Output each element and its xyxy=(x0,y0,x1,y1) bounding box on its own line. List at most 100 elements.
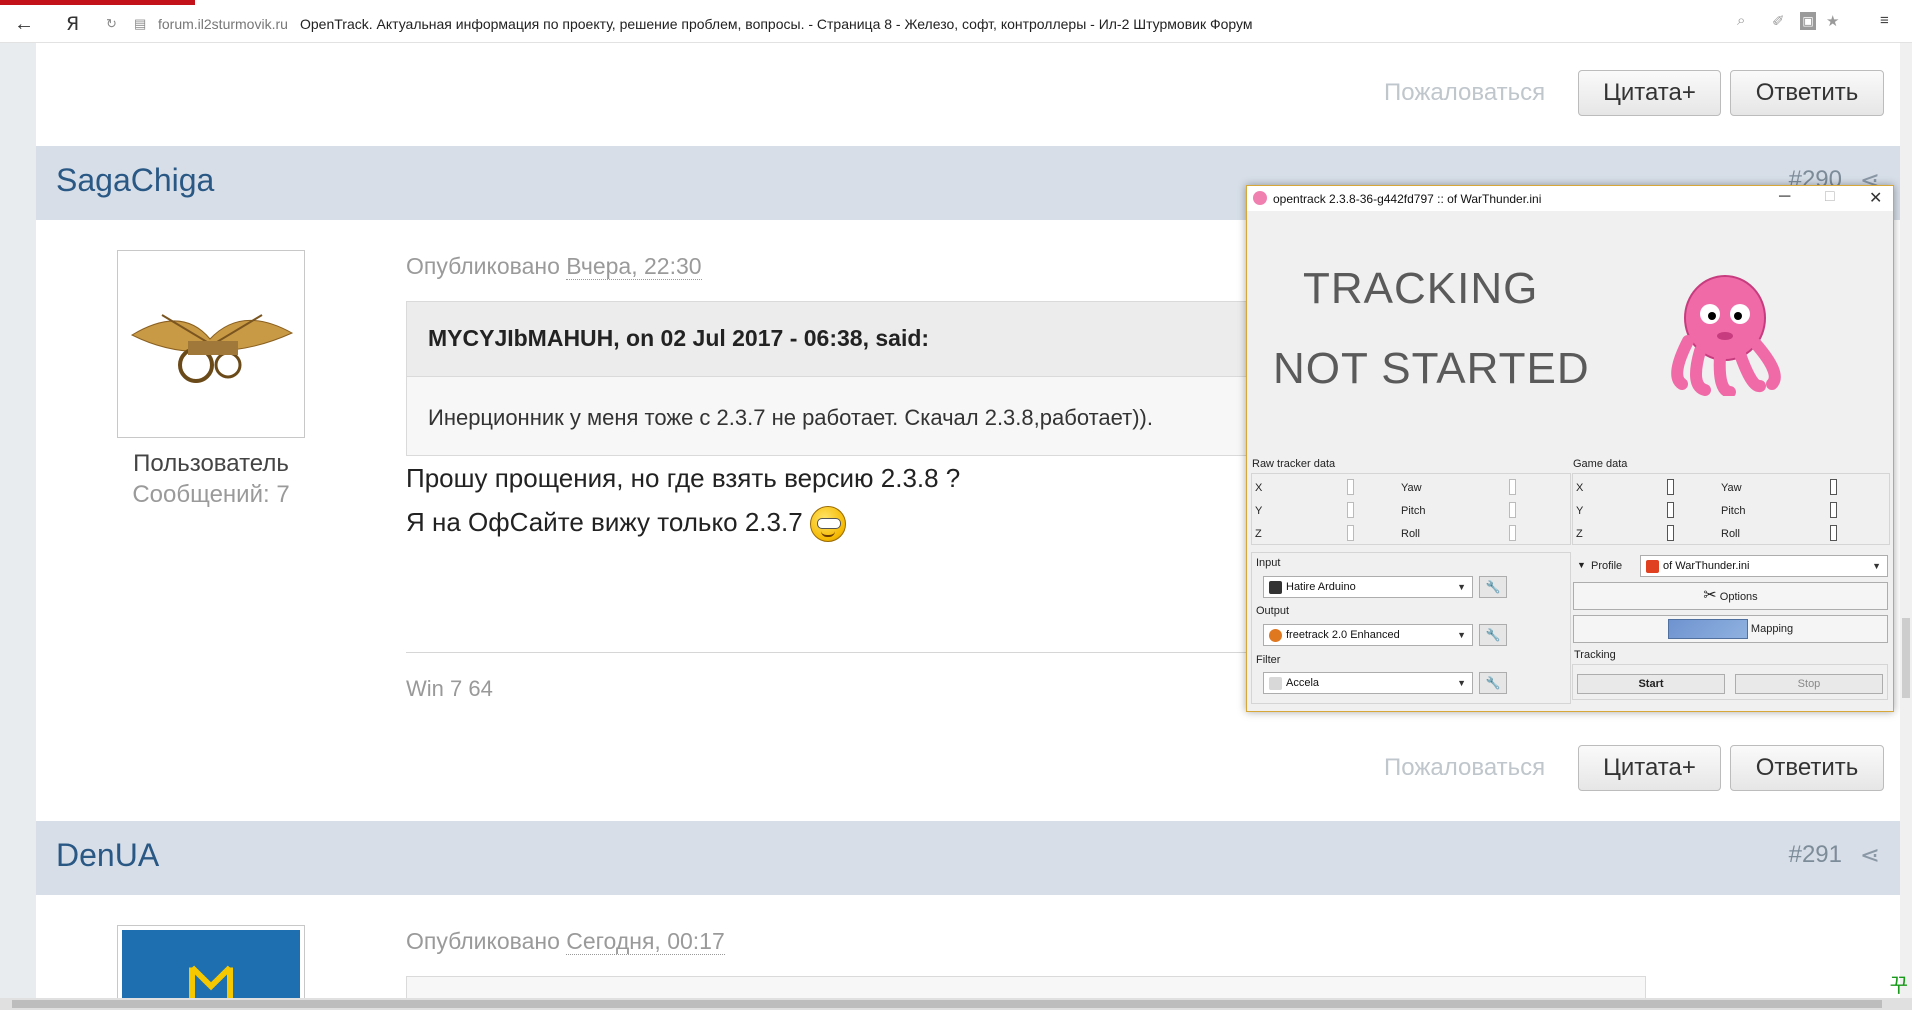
output-value: freetrack 2.0 Enhanced xyxy=(1286,629,1400,641)
share-icon[interactable]: ⋖ xyxy=(1860,841,1880,870)
game-z-meter xyxy=(1667,525,1674,541)
post-author[interactable]: SagaChiga xyxy=(56,162,214,199)
profile-collapse-icon[interactable]: ▼ xyxy=(1577,560,1586,570)
reload-icon[interactable]: ↻ xyxy=(106,16,117,32)
wrench-icon: 🔧 xyxy=(1485,580,1501,594)
opentrack-title: opentrack 2.3.8-36-g442fd797 :: of WarTh… xyxy=(1273,192,1542,206)
lock-icon[interactable]: ▣ xyxy=(1800,12,1816,30)
raw-roll-label: Roll xyxy=(1401,528,1420,540)
tab-indicator xyxy=(0,0,195,5)
avatar[interactable] xyxy=(117,250,305,438)
vertical-scrollbar[interactable] xyxy=(1900,43,1912,998)
stop-button[interactable]: Stop xyxy=(1735,674,1883,694)
opentrack-titlebar[interactable]: opentrack 2.3.8-36-g442fd797 :: of WarTh… xyxy=(1247,186,1893,211)
quote-plus-button[interactable]: Цитата+ xyxy=(1578,70,1721,116)
raw-tracker-label: Raw tracker data xyxy=(1252,458,1336,470)
zoom-icon[interactable]: ⌕ xyxy=(1737,12,1745,29)
profile-label[interactable]: Profile xyxy=(1591,560,1622,572)
browser-toolbar: ← Я ↻ ▤ forum.il2sturmovik.ru OpenTrack.… xyxy=(0,0,1912,43)
minimize-icon[interactable]: ─ xyxy=(1779,188,1790,206)
profile-select[interactable]: of WarThunder.ini ▼ xyxy=(1640,555,1888,577)
start-button[interactable]: Start xyxy=(1577,674,1725,694)
input-settings-button[interactable]: 🔧 xyxy=(1479,576,1507,598)
published-date: Опубликовано Вчера, 22:30 xyxy=(406,253,702,280)
keyboard-layout-icon[interactable]: 꾸 xyxy=(1890,969,1908,998)
published-time[interactable]: Сегодня, 00:17 xyxy=(566,928,725,955)
quote-text: Инерционник у меня тоже с 2.3.7 не работ… xyxy=(428,405,1153,430)
raw-x-meter xyxy=(1347,479,1354,495)
input-value: Hatire Arduino xyxy=(1286,581,1356,593)
signature: Win 7 64 xyxy=(406,676,493,701)
raw-pitch-meter xyxy=(1509,502,1516,518)
game-yaw-label: Yaw xyxy=(1721,482,1742,494)
scroll-thumb[interactable] xyxy=(1902,618,1910,698)
raw-z-label: Z xyxy=(1255,528,1262,540)
ukraine-flag-avatar-image xyxy=(122,930,300,1005)
wrench-icon: 🔧 xyxy=(1485,628,1501,642)
filter-select[interactable]: Accela ▼ xyxy=(1263,672,1473,694)
input-label: Input xyxy=(1256,557,1281,569)
report-link[interactable]: Пожаловаться xyxy=(1384,754,1545,782)
game-y-label: Y xyxy=(1576,505,1584,517)
published-date: Опубликовано Сегодня, 00:17 xyxy=(406,928,725,955)
collapse-icon[interactable]: ≡ xyxy=(1880,12,1889,29)
raw-pitch-label: Pitch xyxy=(1401,505,1426,517)
post-author[interactable]: DenUA xyxy=(56,837,159,874)
post-number[interactable]: #291 xyxy=(1789,841,1842,869)
mapping-curve-icon xyxy=(1667,619,1748,640)
horizontal-scrollbar[interactable] xyxy=(0,998,1912,1010)
output-settings-button[interactable]: 🔧 xyxy=(1479,624,1507,646)
output-label: Output xyxy=(1256,605,1290,617)
reply-button[interactable]: Ответить xyxy=(1730,745,1884,791)
chevron-down-icon: ▼ xyxy=(1457,630,1466,640)
bookmark-star-icon[interactable]: ★ xyxy=(1826,12,1839,30)
octopus-logo-icon xyxy=(1671,275,1781,396)
game-y-meter xyxy=(1667,502,1674,518)
game-z-label: Z xyxy=(1576,528,1583,540)
post-header: DenUA #291 ⋖ xyxy=(36,821,1900,895)
freetrack-icon xyxy=(1269,629,1282,642)
status-line-2: NOT STARTED xyxy=(1273,344,1590,393)
user-role: Пользователь xyxy=(133,450,289,477)
chevron-down-icon: ▼ xyxy=(1457,582,1466,592)
yandex-logo-icon[interactable]: Я xyxy=(66,13,79,35)
filter-label: Filter xyxy=(1256,654,1281,666)
game-x-label: X xyxy=(1576,482,1584,494)
opentrack-app-icon xyxy=(1253,191,1267,205)
scroll-thumb[interactable] xyxy=(12,1000,1882,1008)
message-count: Сообщений: 7 xyxy=(132,481,290,508)
pin-icon[interactable]: ✐ xyxy=(1772,12,1785,30)
wrench-icon: 🔧 xyxy=(1485,676,1501,690)
game-data-label: Game data xyxy=(1573,458,1628,470)
filter-value: Accela xyxy=(1286,677,1320,689)
raw-yaw-meter xyxy=(1509,479,1516,495)
maximize-icon[interactable]: □ xyxy=(1825,188,1835,206)
options-label: Options xyxy=(1719,591,1758,603)
chevron-down-icon: ▼ xyxy=(1872,561,1881,571)
quote-plus-button[interactable]: Цитата+ xyxy=(1578,745,1721,791)
back-arrow-icon[interactable]: ← xyxy=(14,13,34,36)
game-yaw-meter xyxy=(1830,479,1837,495)
reply-button[interactable]: Ответить xyxy=(1730,70,1884,116)
mapping-button[interactable]: Mapping xyxy=(1573,615,1888,643)
arduino-icon xyxy=(1269,581,1282,594)
chevron-down-icon: ▼ xyxy=(1457,678,1466,688)
raw-y-meter xyxy=(1347,502,1354,518)
report-link[interactable]: Пожаловаться xyxy=(1384,79,1545,107)
raw-x-label: X xyxy=(1255,482,1263,494)
page-icon: ▤ xyxy=(134,16,147,31)
url-domain[interactable]: forum.il2sturmovik.ru xyxy=(158,16,288,32)
published-time[interactable]: Вчера, 22:30 xyxy=(566,253,702,280)
close-icon[interactable]: ✕ xyxy=(1869,188,1882,208)
post-line-2-text: Я на ОфСайте вижу только 2.3.7 xyxy=(406,506,803,537)
post-line-1: Прошу прощения, но где взять версию 2.3.… xyxy=(406,463,961,493)
filter-settings-button[interactable]: 🔧 xyxy=(1479,672,1507,694)
input-select[interactable]: Hatire Arduino ▼ xyxy=(1263,576,1473,598)
published-prefix: Опубликовано xyxy=(406,928,560,954)
mapping-label: Mapping xyxy=(1750,623,1794,635)
output-select[interactable]: freetrack 2.0 Enhanced ▼ xyxy=(1263,624,1473,646)
opentrack-window: opentrack 2.3.8-36-g442fd797 :: of WarTh… xyxy=(1246,185,1894,712)
tracking-label: Tracking xyxy=(1574,649,1616,661)
game-x-meter xyxy=(1667,479,1674,495)
options-button[interactable]: ✂ Options xyxy=(1573,582,1888,610)
